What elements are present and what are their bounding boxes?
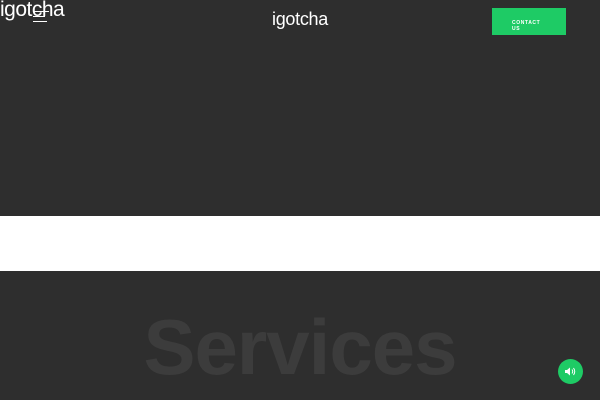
menu-line	[33, 11, 49, 12]
hamburger-menu-icon[interactable]	[33, 11, 49, 23]
sound-toggle-button[interactable]	[558, 359, 583, 384]
menu-line	[33, 21, 47, 22]
contact-us-label: CONTACT US	[512, 19, 541, 32]
hero-section	[0, 40, 600, 216]
services-heading: Services	[143, 303, 458, 391]
speaker-icon	[565, 367, 576, 376]
menu-line	[33, 16, 45, 17]
contact-us-button[interactable]: CONTACT US	[492, 8, 566, 35]
page: igotcha igotcha CONTACT US Services	[0, 0, 600, 400]
site-logo[interactable]: igotcha	[272, 8, 328, 30]
white-band	[0, 216, 600, 271]
services-section: Services	[0, 271, 600, 400]
